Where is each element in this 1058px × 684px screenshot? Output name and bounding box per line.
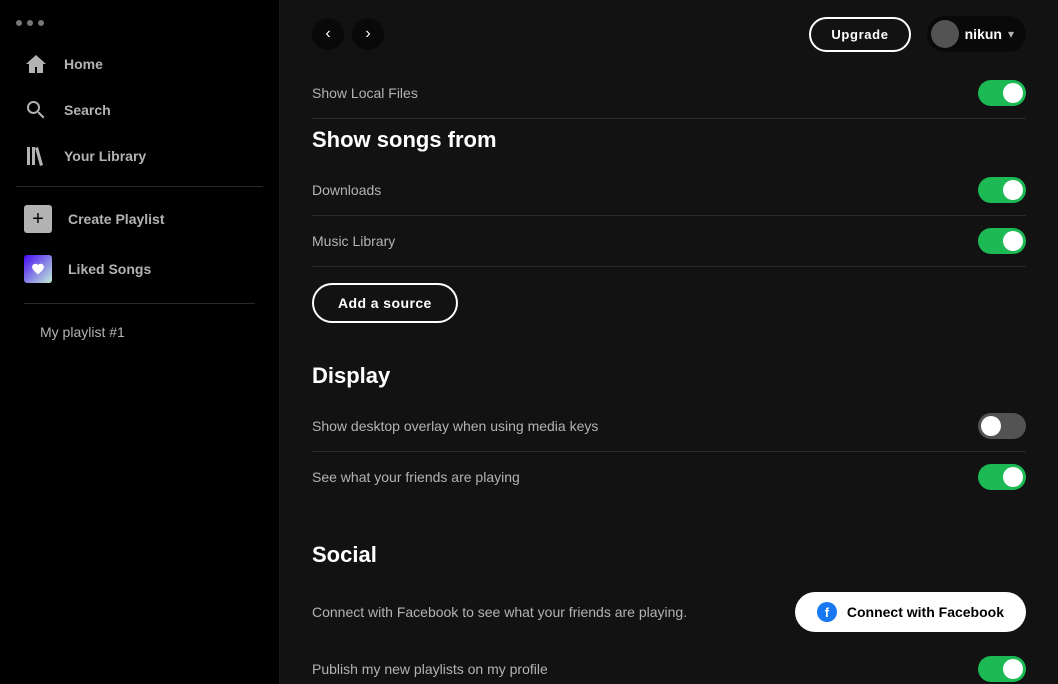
avatar (931, 20, 959, 48)
sidebar: Home Search Your Library (0, 0, 280, 684)
toggle-track[interactable] (978, 656, 1026, 682)
toggle-track[interactable] (978, 80, 1026, 106)
facebook-desc: Connect with Facebook to see what your f… (312, 602, 687, 623)
forward-button[interactable]: › (352, 18, 384, 50)
toggle-track[interactable] (978, 228, 1026, 254)
liked-songs-icon (24, 255, 52, 283)
downloads-label: Downloads (312, 182, 381, 198)
user-menu[interactable]: nikun ▾ (927, 16, 1026, 52)
sidebar-item-library-label: Your Library (64, 148, 146, 164)
add-source-label: Add a source (338, 295, 432, 311)
sidebar-item-search-label: Search (64, 102, 111, 118)
liked-songs-label: Liked Songs (68, 261, 151, 277)
dot-3 (38, 20, 44, 26)
main-nav: Home Search Your Library (0, 42, 279, 178)
sidebar-item-home-label: Home (64, 56, 103, 72)
sidebar-item-home[interactable]: Home (8, 42, 271, 86)
back-icon: ‹ (325, 25, 330, 43)
connect-facebook-button[interactable]: f Connect with Facebook (795, 592, 1026, 632)
create-playlist-label: Create Playlist (68, 211, 165, 227)
sidebar-divider-2 (24, 303, 255, 304)
playlist-item-1-label: My playlist #1 (40, 324, 125, 340)
desktop-overlay-toggle[interactable] (978, 413, 1026, 439)
publish-playlists-toggle[interactable] (978, 656, 1026, 682)
sidebar-item-search[interactable]: Search (8, 88, 271, 132)
desktop-overlay-row: Show desktop overlay when using media ke… (312, 401, 1026, 452)
music-library-row: Music Library (312, 216, 1026, 267)
toggle-thumb (1003, 83, 1023, 103)
friends-playing-row: See what your friends are playing (312, 452, 1026, 502)
nav-arrows: ‹ › (312, 18, 384, 50)
social-section: Social Connect with Facebook to see what… (312, 534, 1026, 684)
show-local-files-toggle[interactable] (978, 80, 1026, 106)
toggle-thumb (1003, 180, 1023, 200)
facebook-icon: f (817, 602, 837, 622)
chevron-down-icon: ▾ (1008, 27, 1014, 41)
liked-songs-button[interactable]: Liked Songs (8, 245, 271, 293)
display-section: Display Show desktop overlay when using … (312, 355, 1026, 502)
toggle-thumb (1003, 659, 1023, 679)
settings-content[interactable]: Show Local Files Show songs from Downloa… (280, 68, 1058, 684)
window-controls (0, 8, 279, 42)
friends-playing-label: See what your friends are playing (312, 469, 520, 485)
forward-icon: › (365, 25, 370, 43)
toggle-thumb (1003, 231, 1023, 251)
library-items: + Create Playlist Liked Songs My playlis… (0, 195, 279, 350)
library-icon (24, 144, 48, 168)
add-source-button[interactable]: Add a source (312, 283, 458, 323)
display-heading: Display (312, 355, 1026, 389)
facebook-btn-label: Connect with Facebook (847, 604, 1004, 620)
show-local-files-row: Show Local Files (312, 68, 1026, 119)
sidebar-item-library[interactable]: Your Library (8, 134, 271, 178)
show-songs-from-heading: Show songs from (312, 119, 1026, 153)
music-library-label: Music Library (312, 233, 395, 249)
upgrade-button[interactable]: Upgrade (809, 17, 910, 52)
user-name: nikun (965, 26, 1002, 42)
header: ‹ › Upgrade nikun ▾ (280, 0, 1058, 68)
facebook-connect-row: Connect with Facebook to see what your f… (312, 580, 1026, 644)
social-heading: Social (312, 534, 1026, 568)
publish-playlists-label: Publish my new playlists on my profile (312, 661, 548, 677)
main-content: ‹ › Upgrade nikun ▾ Show Local Files (280, 0, 1058, 684)
create-playlist-button[interactable]: + Create Playlist (8, 195, 271, 243)
toggle-track[interactable] (978, 177, 1026, 203)
show-local-files-label: Show Local Files (312, 85, 418, 101)
toggle-thumb (1003, 467, 1023, 487)
toggle-track[interactable] (978, 413, 1026, 439)
music-library-toggle[interactable] (978, 228, 1026, 254)
sidebar-divider (16, 186, 263, 187)
home-icon (24, 52, 48, 76)
downloads-toggle[interactable] (978, 177, 1026, 203)
search-icon (24, 98, 48, 122)
publish-playlists-row: Publish my new playlists on my profile (312, 644, 1026, 684)
dot-2 (27, 20, 33, 26)
upgrade-label: Upgrade (831, 27, 888, 42)
desktop-overlay-label: Show desktop overlay when using media ke… (312, 418, 598, 434)
plus-icon: + (24, 205, 52, 233)
friends-playing-toggle[interactable] (978, 464, 1026, 490)
dot-1 (16, 20, 22, 26)
playlist-item-1[interactable]: My playlist #1 (8, 314, 271, 350)
toggle-track[interactable] (978, 464, 1026, 490)
show-songs-from-section: Show songs from Downloads Music Library (312, 119, 1026, 323)
downloads-row: Downloads (312, 165, 1026, 216)
back-button[interactable]: ‹ (312, 18, 344, 50)
toggle-thumb (981, 416, 1001, 436)
